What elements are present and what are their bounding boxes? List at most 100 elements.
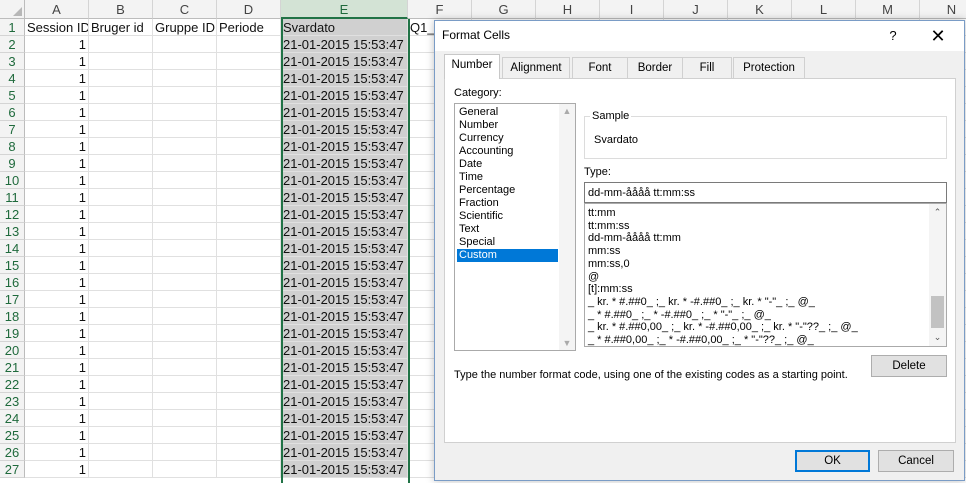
- header-cell[interactable]: Bruger id: [89, 19, 153, 36]
- column-header-a[interactable]: A: [25, 0, 89, 19]
- cell[interactable]: [217, 359, 281, 376]
- svardato-cell[interactable]: 21-01-2015 15:53:47: [281, 444, 408, 461]
- svardato-cell[interactable]: 21-01-2015 15:53:47: [281, 172, 408, 189]
- cell[interactable]: [89, 53, 153, 70]
- category-item-accounting[interactable]: Accounting: [457, 145, 558, 158]
- header-cell[interactable]: Gruppe ID: [153, 19, 217, 36]
- column-header-c[interactable]: C: [153, 0, 217, 19]
- cell[interactable]: [217, 223, 281, 240]
- cell[interactable]: [217, 308, 281, 325]
- svardato-cell[interactable]: 21-01-2015 15:53:47: [281, 325, 408, 342]
- session-id-cell[interactable]: 1: [25, 427, 89, 444]
- cell[interactable]: [89, 274, 153, 291]
- session-id-cell[interactable]: 1: [25, 172, 89, 189]
- cell[interactable]: [89, 138, 153, 155]
- session-id-cell[interactable]: 1: [25, 342, 89, 359]
- cell[interactable]: [217, 138, 281, 155]
- column-header-i[interactable]: I: [600, 0, 664, 19]
- category-item-number[interactable]: Number: [457, 119, 558, 132]
- cell[interactable]: [153, 104, 217, 121]
- row-header[interactable]: 12: [0, 206, 25, 223]
- cell[interactable]: [153, 155, 217, 172]
- cell[interactable]: [217, 155, 281, 172]
- session-id-cell[interactable]: 1: [25, 274, 89, 291]
- category-item-fraction[interactable]: Fraction: [457, 197, 558, 210]
- cell[interactable]: [217, 274, 281, 291]
- svardato-cell[interactable]: 21-01-2015 15:53:47: [281, 206, 408, 223]
- tab-alignment[interactable]: Alignment: [502, 57, 570, 78]
- row-header[interactable]: 1: [0, 19, 25, 36]
- type-list-item[interactable]: mm:ss,0: [588, 258, 630, 271]
- svardato-cell[interactable]: 21-01-2015 15:53:47: [281, 257, 408, 274]
- cell[interactable]: [217, 291, 281, 308]
- cell[interactable]: [89, 410, 153, 427]
- cell[interactable]: [89, 121, 153, 138]
- svardato-cell[interactable]: 21-01-2015 15:53:47: [281, 104, 408, 121]
- tab-font[interactable]: Font: [572, 57, 628, 78]
- type-list-item[interactable]: tt:mm: [588, 207, 616, 220]
- cell[interactable]: [89, 444, 153, 461]
- cell[interactable]: [89, 393, 153, 410]
- type-list-item[interactable]: mm:ss: [588, 245, 620, 258]
- close-button[interactable]: ✕: [925, 24, 951, 48]
- dialog-titlebar[interactable]: Format Cells ? ✕: [435, 21, 964, 51]
- category-item-percentage[interactable]: Percentage: [457, 184, 558, 197]
- cell[interactable]: [89, 325, 153, 342]
- cell[interactable]: [153, 325, 217, 342]
- svardato-cell[interactable]: 21-01-2015 15:53:47: [281, 427, 408, 444]
- scroll-down-icon[interactable]: ▼: [559, 336, 575, 350]
- delete-button[interactable]: Delete: [871, 355, 947, 377]
- type-list-item[interactable]: _ * #.##0,00_ ;_ * -#.##0,00_ ;_ * "-"??…: [588, 334, 814, 346]
- row-header[interactable]: 3: [0, 53, 25, 70]
- cell[interactable]: [217, 36, 281, 53]
- svardato-cell[interactable]: 21-01-2015 15:53:47: [281, 189, 408, 206]
- session-id-cell[interactable]: 1: [25, 53, 89, 70]
- session-id-cell[interactable]: 1: [25, 36, 89, 53]
- cell[interactable]: [153, 376, 217, 393]
- svardato-cell[interactable]: 21-01-2015 15:53:47: [281, 393, 408, 410]
- cell[interactable]: [89, 206, 153, 223]
- session-id-cell[interactable]: 1: [25, 223, 89, 240]
- category-item-time[interactable]: Time: [457, 171, 558, 184]
- select-all-corner[interactable]: [0, 0, 25, 19]
- tab-protection[interactable]: Protection: [733, 57, 805, 78]
- type-list-item[interactable]: tt:mm:ss: [588, 220, 630, 233]
- scroll-up-icon[interactable]: ⌃: [929, 204, 946, 221]
- session-id-cell[interactable]: 1: [25, 206, 89, 223]
- cell[interactable]: [153, 257, 217, 274]
- cancel-button[interactable]: Cancel: [878, 450, 954, 472]
- type-list-item[interactable]: _ * #.##0_ ;_ * -#.##0_ ;_ * "-"_ ;_ @_: [588, 309, 771, 322]
- session-id-cell[interactable]: 1: [25, 87, 89, 104]
- cell[interactable]: [89, 291, 153, 308]
- cell[interactable]: [217, 206, 281, 223]
- cell[interactable]: [153, 274, 217, 291]
- cell[interactable]: [217, 410, 281, 427]
- session-id-cell[interactable]: 1: [25, 376, 89, 393]
- row-header[interactable]: 18: [0, 308, 25, 325]
- session-id-cell[interactable]: 1: [25, 291, 89, 308]
- cell[interactable]: [153, 240, 217, 257]
- cell[interactable]: [153, 36, 217, 53]
- cell[interactable]: [89, 189, 153, 206]
- cell[interactable]: [153, 206, 217, 223]
- row-header[interactable]: 8: [0, 138, 25, 155]
- category-item-custom[interactable]: Custom: [457, 249, 558, 262]
- session-id-cell[interactable]: 1: [25, 189, 89, 206]
- row-header[interactable]: 14: [0, 240, 25, 257]
- session-id-cell[interactable]: 1: [25, 410, 89, 427]
- type-list[interactable]: ⌃ ⌄ tt:mm tt:mm:ss dd-mm-åååå tt:mm mm:ss mm…: [584, 203, 947, 347]
- header-cell[interactable]: Svardato: [281, 19, 408, 36]
- svardato-cell[interactable]: 21-01-2015 15:53:47: [281, 223, 408, 240]
- cell[interactable]: [89, 427, 153, 444]
- row-header[interactable]: 23: [0, 393, 25, 410]
- type-list-item[interactable]: @: [588, 271, 599, 284]
- row-header[interactable]: 19: [0, 325, 25, 342]
- svardato-cell[interactable]: 21-01-2015 15:53:47: [281, 121, 408, 138]
- row-header[interactable]: 20: [0, 342, 25, 359]
- cell[interactable]: [217, 189, 281, 206]
- svardato-cell[interactable]: 21-01-2015 15:53:47: [281, 138, 408, 155]
- svardato-cell[interactable]: 21-01-2015 15:53:47: [281, 274, 408, 291]
- session-id-cell[interactable]: 1: [25, 308, 89, 325]
- cell[interactable]: [89, 376, 153, 393]
- svardato-cell[interactable]: 21-01-2015 15:53:47: [281, 410, 408, 427]
